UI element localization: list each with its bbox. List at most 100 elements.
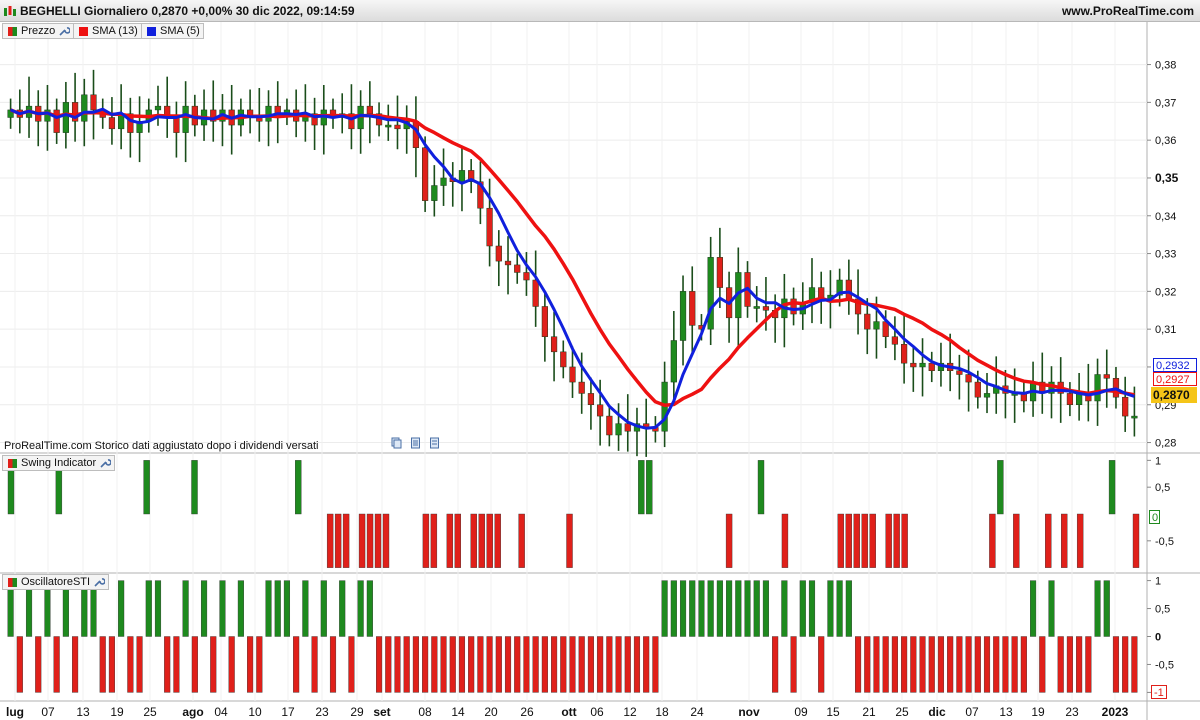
- candle-body: [891, 336, 899, 345]
- candle-body: [366, 105, 373, 114]
- osc-bar: [394, 636, 401, 693]
- time-tick-label: dic: [928, 705, 946, 719]
- site-link[interactable]: www.ProRealTime.com: [1062, 4, 1194, 18]
- osc-bar: [274, 580, 281, 637]
- candle-body: [753, 306, 760, 309]
- swing-bar: [478, 513, 485, 568]
- price-tick-label: 0,36: [1155, 135, 1176, 147]
- osc-bar: [302, 580, 309, 637]
- swing-bar: [638, 460, 645, 515]
- osc-bar: [385, 636, 392, 693]
- copy-icon[interactable]: [391, 437, 402, 449]
- osc-bar: [587, 636, 594, 693]
- candle-body: [965, 374, 972, 383]
- candle-body: [81, 94, 88, 122]
- legend-price[interactable]: Prezzo: [2, 23, 75, 39]
- osc-bar: [191, 636, 198, 693]
- candle-body: [440, 177, 447, 186]
- swing-bar: [342, 513, 350, 568]
- legend-sma5-label: SMA (5): [160, 25, 200, 37]
- osc-bar: [145, 580, 152, 637]
- swing-bar: [1045, 513, 1052, 568]
- price-tick-label: 0,37: [1155, 97, 1176, 109]
- osc-bar: [762, 580, 769, 637]
- last-price-tag: 0,2870: [1151, 387, 1197, 403]
- candle-body: [606, 415, 613, 436]
- swing-bar: [518, 513, 525, 568]
- osc-bar: [799, 580, 806, 637]
- osc-bar: [726, 580, 733, 637]
- osc-bar: [514, 636, 521, 693]
- time-tick-label: 19: [110, 705, 124, 719]
- document-icon[interactable]: [429, 437, 440, 449]
- osc-bar: [311, 636, 318, 693]
- wrench-icon[interactable]: [93, 576, 106, 588]
- wrench-icon[interactable]: [99, 457, 112, 469]
- candle-body: [615, 423, 622, 436]
- chart-title: BEGHELLI Giornaliero 0,2870 +0,00% 30 di…: [20, 4, 355, 18]
- osc-bar: [901, 636, 908, 693]
- time-tick-label: 26: [520, 705, 534, 719]
- osc-bar: [643, 636, 650, 693]
- osc-bar: [449, 636, 456, 693]
- osc-bar: [615, 636, 622, 693]
- price-tick-label: 0,35: [1155, 171, 1179, 185]
- osc-bar: [182, 580, 189, 637]
- osc-bar: [99, 636, 106, 693]
- swing-bar: [486, 513, 493, 568]
- swing-bar: [646, 460, 653, 515]
- wrench-icon[interactable]: [58, 25, 71, 37]
- osc-bar: [118, 580, 125, 637]
- osc-bar: [1112, 636, 1120, 693]
- osc-swatch: [8, 577, 17, 587]
- chart-area[interactable]: 0,280,290,30,310,320,330,340,350,360,370…: [0, 22, 1200, 720]
- candle-body: [541, 306, 548, 337]
- time-tick-label: 23: [315, 705, 329, 719]
- sma5-swatch: [147, 26, 156, 36]
- candle-body: [422, 147, 429, 201]
- osc-tick-label: 1: [1155, 576, 1161, 588]
- osc-bar: [200, 580, 208, 637]
- swing-bar: [725, 513, 733, 568]
- osc-bar: [403, 636, 410, 693]
- candle-body: [910, 362, 917, 368]
- legend-sma13[interactable]: SMA (13): [73, 23, 142, 39]
- candle-body: [762, 306, 770, 311]
- osc-bar: [412, 636, 419, 693]
- osc-bar: [772, 636, 779, 693]
- time-tick-label: 2023: [1102, 705, 1129, 719]
- swing-bar: [334, 513, 342, 568]
- price-tick-label: 0,33: [1155, 249, 1176, 261]
- candle-body: [394, 124, 401, 130]
- document-icon[interactable]: [410, 437, 421, 449]
- candle-body: [974, 381, 981, 398]
- osc-bar: [744, 580, 751, 637]
- osc-bar: [164, 636, 171, 693]
- candle-body: [53, 109, 60, 133]
- osc-bar: [836, 580, 843, 637]
- osc-bar: [919, 636, 926, 693]
- title-bar: BEGHELLI Giornaliero 0,2870 +0,00% 30 di…: [0, 0, 1200, 22]
- legend-oscillator[interactable]: OscillatoreSTI: [2, 574, 110, 590]
- osc-bar: [440, 636, 447, 693]
- osc-bar: [523, 636, 530, 693]
- price-tick-label: 0,31: [1155, 324, 1176, 336]
- candle-body: [928, 362, 935, 371]
- candle-body: [265, 105, 272, 122]
- swing-bar: [1108, 460, 1116, 515]
- price-tick-label: 0,28: [1155, 438, 1176, 450]
- osc-bar: [1030, 580, 1037, 637]
- candle-body: [845, 279, 852, 300]
- swing-zero-tag: 0: [1149, 510, 1160, 524]
- osc-bar: [458, 636, 466, 693]
- candle-body: [873, 321, 880, 330]
- osc-bar: [560, 636, 567, 693]
- legend-swing[interactable]: Swing Indicator: [2, 455, 116, 471]
- swing-bar: [358, 513, 366, 568]
- time-tick-label: set: [373, 705, 390, 719]
- osc-bar: [983, 636, 991, 693]
- candle-body: [679, 291, 687, 341]
- legend-sma5[interactable]: SMA (5): [141, 23, 204, 39]
- swing-bar: [374, 513, 382, 568]
- osc-bar: [237, 580, 244, 637]
